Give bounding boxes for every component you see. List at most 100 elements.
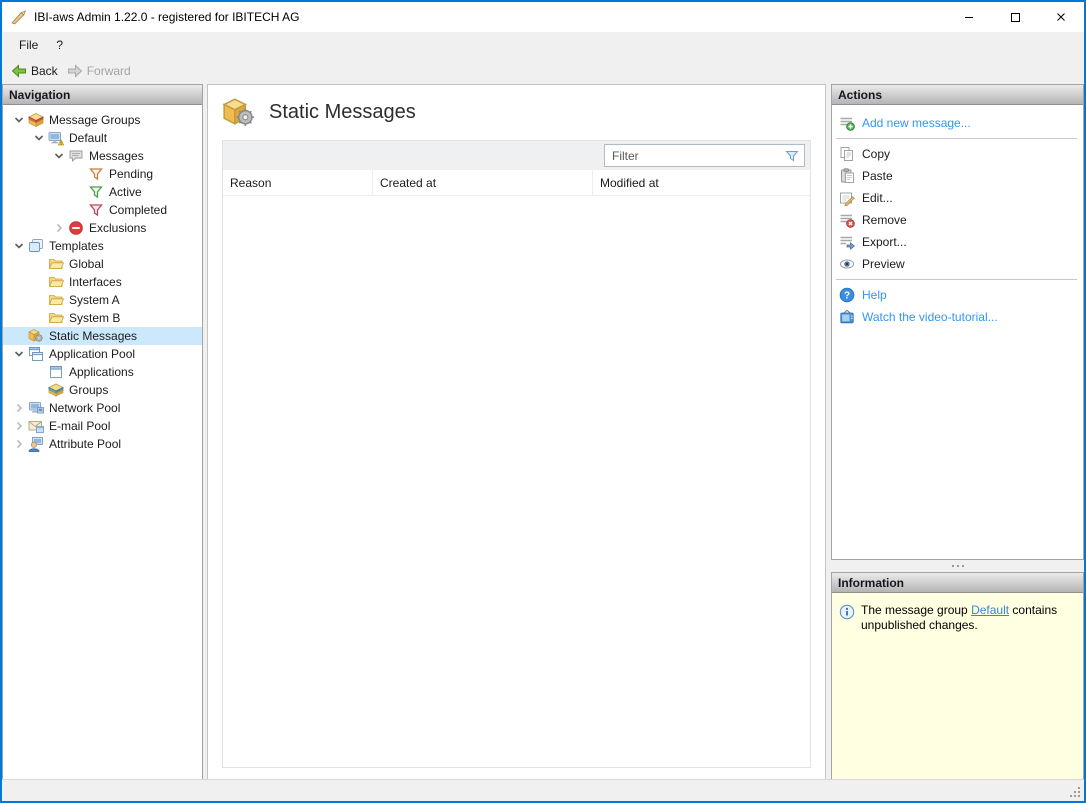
exclusions-icon [68, 220, 84, 236]
tree-item-exclusions[interactable]: Exclusions [3, 219, 202, 237]
chevron-right-icon[interactable] [11, 436, 27, 452]
tree-item-label: Default [69, 131, 107, 145]
filter-funnel-icon[interactable] [784, 148, 800, 164]
back-icon [11, 63, 27, 79]
tree-item-active[interactable]: Active [3, 183, 202, 201]
tree-item-global[interactable]: Global [3, 255, 202, 273]
svg-text:?: ? [844, 291, 850, 302]
chevron-right-icon[interactable] [11, 400, 27, 416]
back-button[interactable]: Back [8, 61, 64, 81]
folder-icon [48, 274, 64, 290]
menu-item-help[interactable]: ? [47, 34, 72, 56]
tree-item-e-mail-pool[interactable]: E-mail Pool [3, 417, 202, 435]
help-icon: ? [839, 287, 855, 303]
action-label: Preview [862, 257, 905, 271]
menu-item-file[interactable]: File [10, 34, 47, 56]
action-remove[interactable]: Remove [832, 209, 1083, 231]
chevron-down-icon[interactable] [11, 346, 27, 362]
tree-item-label: Network Pool [49, 401, 120, 415]
tree-item-message-groups[interactable]: Message Groups [3, 111, 202, 129]
network-pool-icon [28, 400, 44, 416]
tree-item-label: Static Messages [49, 329, 137, 343]
menu-bar: File? [2, 32, 1084, 58]
filter-input[interactable] [605, 149, 784, 163]
tree-item-application-pool[interactable]: Application Pool [3, 345, 202, 363]
tree-item-default[interactable]: Default [3, 129, 202, 147]
tree-item-attribute-pool[interactable]: Attribute Pool [3, 435, 202, 453]
expander-spacer [31, 382, 47, 398]
column-header-modified-at[interactable]: Modified at [593, 170, 810, 195]
action-label: Export... [862, 235, 907, 249]
action-edit[interactable]: Edit... [832, 187, 1083, 209]
chevron-down-icon[interactable] [11, 238, 27, 254]
chevron-right-icon[interactable] [51, 220, 67, 236]
action-help[interactable]: ?Help [832, 284, 1083, 306]
expander-spacer [31, 256, 47, 272]
expander-spacer [31, 364, 47, 380]
column-header-reason[interactable]: Reason [223, 170, 373, 195]
close-button[interactable] [1038, 2, 1084, 32]
tree-item-messages[interactable]: Messages [3, 147, 202, 165]
maximize-button[interactable] [992, 2, 1038, 32]
navigation-panel: Navigation Message GroupsDefaultMessages… [2, 84, 203, 780]
message-groups-icon [28, 112, 44, 128]
completed-filter-icon [88, 202, 104, 218]
tree-item-label: Exclusions [89, 221, 146, 235]
tree-item-label: Completed [109, 203, 167, 217]
information-panel-header: Information [832, 573, 1083, 593]
messages-table: ReasonCreated atModified at [222, 140, 811, 768]
panel-splitter[interactable] [831, 560, 1084, 572]
tree-item-label: Interfaces [69, 275, 122, 289]
window-title: IBI-aws Admin 1.22.0 - registered for IB… [34, 10, 299, 24]
action-label: Edit... [862, 191, 893, 205]
forward-button-label: Forward [87, 64, 131, 78]
action-copy[interactable]: Copy [832, 143, 1083, 165]
action-add-new-message[interactable]: Add new message... [832, 112, 1083, 134]
default-group-link[interactable]: Default [971, 603, 1009, 617]
chevron-down-icon[interactable] [51, 148, 67, 164]
tree-item-system-a[interactable]: System A [3, 291, 202, 309]
expander-spacer [71, 166, 87, 182]
navigation-tree: Message Groups Default MessagesPendingActi… [3, 105, 202, 779]
information-panel: Information The message group Default co… [831, 572, 1084, 780]
filter-field [604, 144, 805, 167]
forward-icon [67, 63, 83, 79]
tree-item-completed[interactable]: Completed [3, 201, 202, 219]
chevron-down-icon[interactable] [31, 130, 47, 146]
add-message-icon [839, 115, 855, 131]
tree-item-static-messages[interactable]: Static Messages [3, 327, 202, 345]
tree-item-groups[interactable]: Groups [3, 381, 202, 399]
actions-panel-header: Actions [832, 85, 1083, 105]
expander-spacer [31, 292, 47, 308]
message-group-warning-icon [48, 130, 64, 146]
tree-item-pending[interactable]: Pending [3, 165, 202, 183]
tree-item-label: System A [69, 293, 120, 307]
page-title: Static Messages [269, 101, 416, 124]
attribute-pool-icon [28, 436, 44, 452]
action-watch-the-video-tutorial[interactable]: Watch the video-tutorial... [832, 306, 1083, 328]
minimize-button[interactable] [946, 2, 992, 32]
edit-icon [839, 190, 855, 206]
chevron-right-icon[interactable] [11, 418, 27, 434]
tree-item-applications[interactable]: Applications [3, 363, 202, 381]
export-icon [839, 234, 855, 250]
forward-button[interactable]: Forward [64, 61, 137, 81]
main-content-panel: Static Messages ReasonCreated atModified… [207, 84, 826, 780]
tree-item-templates[interactable]: Templates [3, 237, 202, 255]
window-controls [946, 2, 1084, 32]
action-preview[interactable]: Preview [832, 253, 1083, 275]
tree-item-interfaces[interactable]: Interfaces [3, 273, 202, 291]
action-paste[interactable]: Paste [832, 165, 1083, 187]
chevron-down-icon[interactable] [11, 112, 27, 128]
tree-item-label: Templates [49, 239, 104, 253]
preview-icon [839, 256, 855, 272]
email-pool-icon [28, 418, 44, 434]
action-label: Add new message... [862, 116, 971, 130]
tree-item-network-pool[interactable]: Network Pool [3, 399, 202, 417]
folder-icon [48, 292, 64, 308]
column-header-created-at[interactable]: Created at [373, 170, 593, 195]
resize-grip-icon[interactable] [1069, 786, 1082, 799]
action-export[interactable]: Export... [832, 231, 1083, 253]
tree-item-system-b[interactable]: System B [3, 309, 202, 327]
table-header-row: ReasonCreated atModified at [223, 170, 810, 196]
